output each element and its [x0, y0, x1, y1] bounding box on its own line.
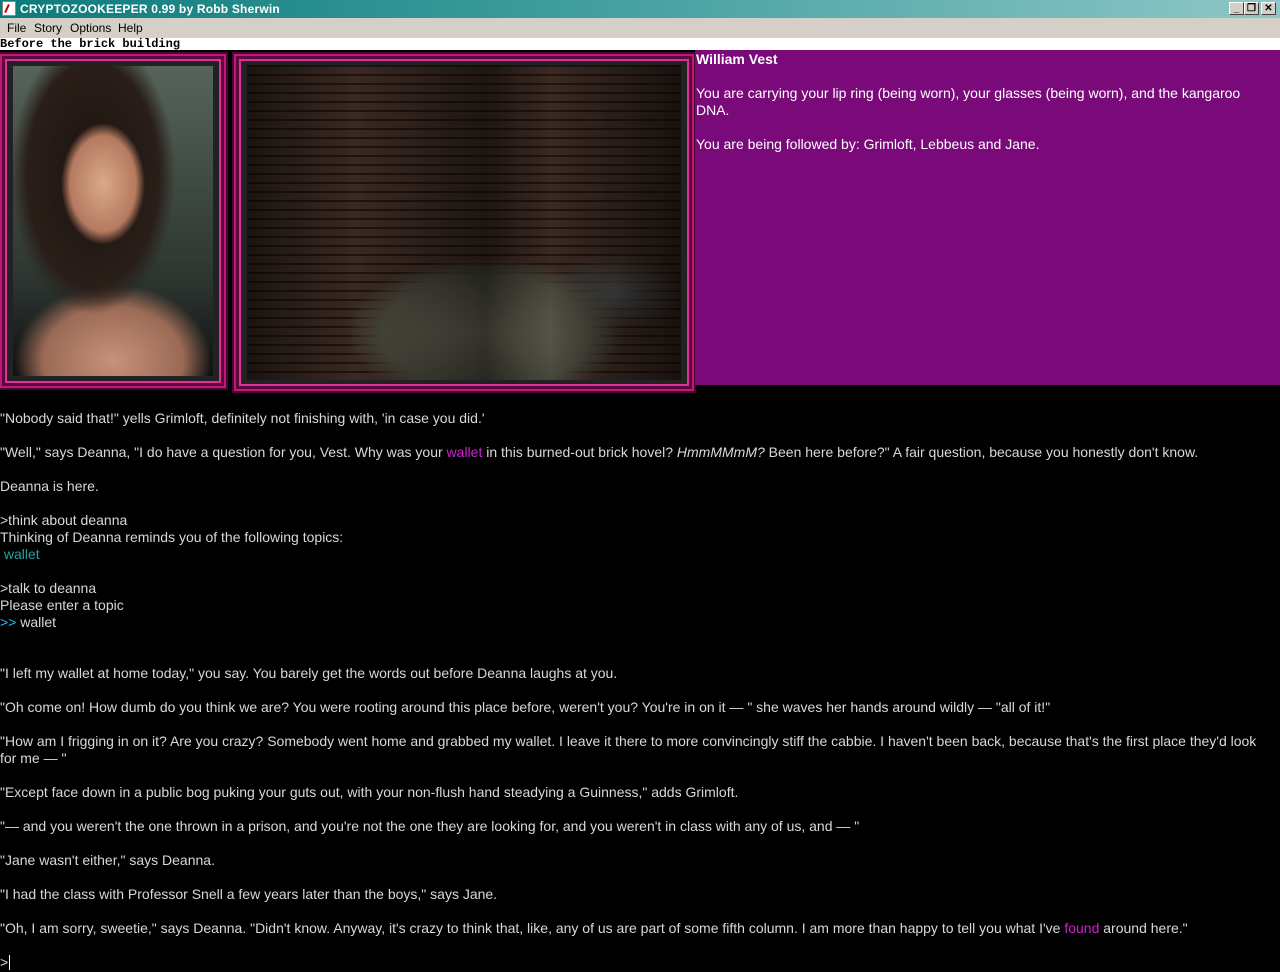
found-link[interactable]: found	[1064, 920, 1099, 936]
location-status: Before the brick building	[0, 38, 1280, 50]
topic-wallet[interactable]: wallet	[0, 546, 40, 563]
menu-file[interactable]: File	[7, 18, 26, 38]
minimize-button[interactable]: _	[1229, 2, 1244, 15]
command-echo: >talk to deanna	[0, 580, 97, 596]
menu-bar: File Story Options Help	[0, 18, 1280, 38]
portrait-frame	[0, 54, 226, 388]
transcript-line: "I left my wallet at home today," you sa…	[0, 665, 618, 681]
menu-story[interactable]: Story	[34, 18, 62, 38]
transcript-line: "Oh, I am sorry, sweetie," says Deanna. …	[0, 920, 1188, 936]
transcript-line: Please enter a topic	[0, 597, 124, 613]
inventory-text: You are carrying your lip ring (being wo…	[696, 85, 1241, 118]
player-name: William Vest	[696, 51, 778, 67]
command-input[interactable]: >	[0, 954, 11, 971]
transcript-line: "Except face down in a public bog puking…	[0, 784, 739, 800]
close-button[interactable]: ✕	[1261, 2, 1276, 15]
restore-button[interactable]: ❐	[1244, 2, 1259, 15]
transcript-line: Thinking of Deanna reminds you of the fo…	[0, 529, 344, 545]
transcript-line: "I had the class with Professor Snell a …	[0, 886, 498, 902]
followers-text: You are being followed by: Grimloft, Leb…	[696, 136, 1040, 152]
transcript-line: "Nobody said that!" yells Grimloft, defi…	[0, 410, 485, 426]
command-prompt: >	[0, 954, 9, 970]
location-scene-image	[247, 65, 681, 380]
command-echo: >think about deanna	[0, 512, 128, 528]
transcript-line: Deanna is here.	[0, 478, 99, 494]
menu-options[interactable]: Options	[70, 18, 111, 38]
transcript-line: "— and you weren't the one thrown in a p…	[0, 818, 860, 834]
app-icon[interactable]	[2, 1, 16, 16]
topic-entry: >> wallet	[0, 614, 57, 630]
text-cursor	[9, 955, 11, 970]
status-panel: William Vest You are carrying your lip r…	[695, 50, 1280, 385]
menu-help[interactable]: Help	[118, 18, 143, 38]
title-bar: CRYPTOZOOKEEPER 0.99 by Robb Sherwin _ ❐…	[0, 0, 1280, 18]
transcript-line: "Well," says Deanna, "I do have a questi…	[0, 444, 1199, 460]
wallet-link[interactable]: wallet	[447, 444, 483, 460]
scene-frame	[234, 54, 694, 391]
window-title: CRYPTOZOOKEEPER 0.99 by Robb Sherwin	[20, 2, 280, 16]
transcript-line: "Oh come on! How dumb do you think we ar…	[0, 699, 1051, 715]
character-portrait-image	[13, 66, 213, 376]
transcript-line: "How am I frigging in on it? Are you cra…	[0, 733, 1257, 766]
transcript-line: "Jane wasn't either," says Deanna.	[0, 852, 215, 868]
